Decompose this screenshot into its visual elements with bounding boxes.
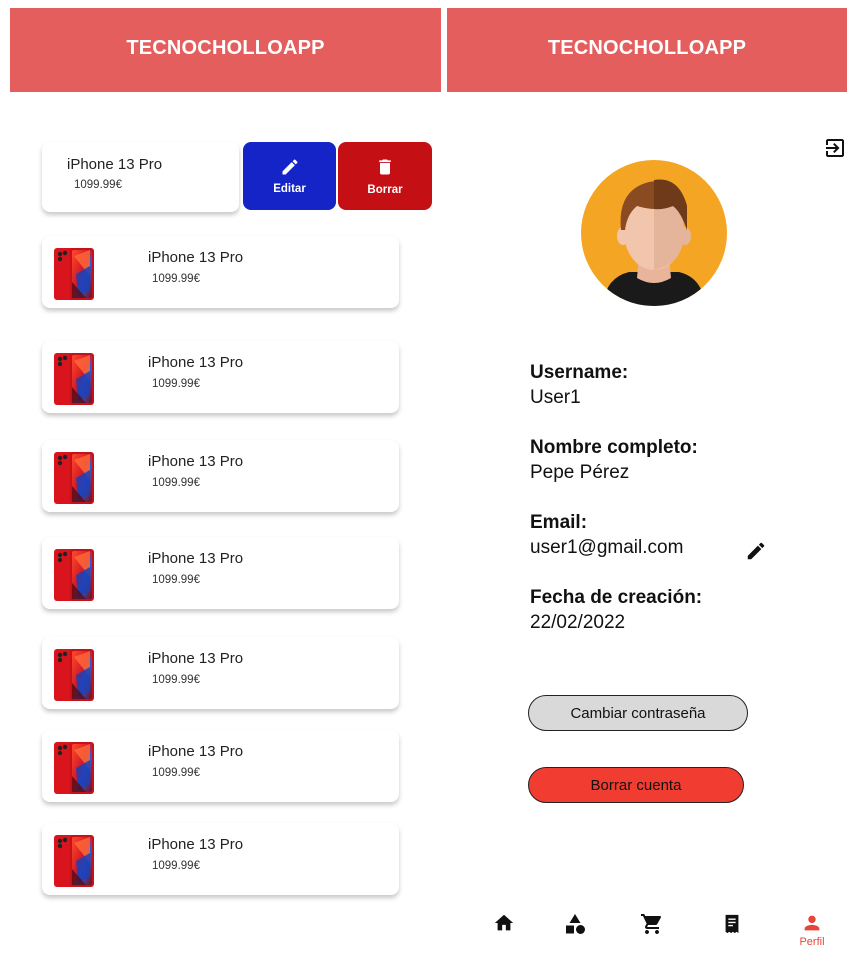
- fullname-value: Pepe Pérez: [530, 462, 630, 483]
- home-icon: [494, 914, 514, 931]
- product-price: 1099.99€: [152, 378, 200, 390]
- product-name: iPhone 13 Pro: [148, 249, 244, 266]
- product-card[interactable]: iPhone 13 Pro 1099.99€: [42, 823, 399, 895]
- edit-button[interactable]: Editar: [243, 142, 336, 210]
- cart-icon: [641, 914, 662, 934]
- created-value: 22/02/2022: [530, 612, 626, 633]
- product-price: 1099.99€: [152, 767, 200, 779]
- product-list-screen: TECNOCHOLLOAPP iPhone 13 Pro 1099.99€ Ed…: [0, 0, 441, 958]
- nav-profile-label: Perfil: [799, 936, 825, 948]
- delete-label: Borrar: [367, 184, 403, 196]
- nav-home[interactable]: [484, 912, 524, 952]
- product-name: iPhone 13 Pro: [148, 650, 244, 667]
- product-name: iPhone 13 Pro: [148, 743, 244, 760]
- profile-screen: TECNOCHOLLOAPP Username: User1 Nombre co…: [447, 0, 847, 958]
- product-thumbnail: [52, 740, 96, 796]
- product-thumbnail: [52, 647, 96, 703]
- delete-account-button[interactable]: Borrar cuenta: [528, 767, 744, 803]
- product-price: 1099.99€: [152, 860, 200, 872]
- product-name: iPhone 13 Pro: [148, 453, 244, 470]
- product-name: iPhone 13 Pro: [148, 550, 244, 567]
- nav-orders[interactable]: [712, 912, 752, 952]
- username-label: Username:: [530, 362, 629, 383]
- product-card[interactable]: iPhone 13 Pro 1099.99€: [42, 236, 399, 308]
- created-block: Fecha de creación: 22/02/2022: [530, 587, 702, 634]
- product-thumbnail: [52, 547, 96, 603]
- product-thumbnail: [52, 450, 96, 506]
- email-label: Email:: [530, 512, 588, 533]
- pencil-icon: [282, 159, 298, 175]
- fullname-block: Nombre completo: Pepe Pérez: [530, 437, 698, 484]
- edit-email-icon[interactable]: [745, 540, 767, 562]
- app-title: TECNOCHOLLOAPP: [547, 36, 747, 59]
- fullname-label: Nombre completo:: [530, 437, 698, 458]
- nav-profile[interactable]: Perfil: [792, 912, 832, 952]
- avatar: [581, 160, 727, 306]
- product-card[interactable]: iPhone 13 Pro 1099.99€: [42, 440, 399, 512]
- product-card[interactable]: iPhone 13 Pro 1099.99€: [42, 730, 399, 802]
- product-price: 1099.99€: [74, 179, 122, 191]
- product-card-swiped[interactable]: iPhone 13 Pro 1099.99€: [42, 142, 239, 212]
- product-card[interactable]: iPhone 13 Pro 1099.99€: [42, 537, 399, 609]
- product-name: iPhone 13 Pro: [67, 156, 163, 173]
- product-price: 1099.99€: [152, 477, 200, 489]
- trash-icon: [379, 159, 391, 175]
- product-price: 1099.99€: [152, 574, 200, 586]
- email-block: Email: user1@gmail.com: [530, 512, 683, 559]
- bottom-nav: Perfil: [447, 900, 847, 958]
- product-thumbnail: [52, 246, 96, 302]
- product-price: 1099.99€: [152, 674, 200, 686]
- username-block: Username: User1: [530, 362, 628, 409]
- change-password-button[interactable]: Cambiar contraseña: [528, 695, 748, 731]
- logout-icon[interactable]: [823, 136, 847, 160]
- nav-categories[interactable]: [555, 912, 595, 952]
- categories-icon: [566, 914, 585, 934]
- orders-icon: [725, 914, 739, 934]
- product-name: iPhone 13 Pro: [148, 354, 244, 371]
- created-label: Fecha de creación:: [530, 587, 703, 608]
- username-value: User1: [530, 387, 581, 408]
- app-header: TECNOCHOLLOAPP: [10, 8, 441, 92]
- edit-label: Editar: [273, 183, 306, 195]
- email-value: user1@gmail.com: [530, 537, 684, 558]
- product-card[interactable]: iPhone 13 Pro 1099.99€: [42, 341, 399, 413]
- product-card[interactable]: iPhone 13 Pro 1099.99€: [42, 637, 399, 709]
- nav-cart[interactable]: [632, 912, 672, 952]
- product-thumbnail: [52, 351, 96, 407]
- app-header: TECNOCHOLLOAPP: [447, 8, 847, 92]
- delete-button[interactable]: Borrar: [338, 142, 432, 210]
- app-title: TECNOCHOLLOAPP: [126, 36, 325, 59]
- product-price: 1099.99€: [152, 273, 200, 285]
- product-thumbnail: [52, 833, 96, 889]
- product-name: iPhone 13 Pro: [148, 836, 244, 853]
- person-icon: [804, 915, 820, 931]
